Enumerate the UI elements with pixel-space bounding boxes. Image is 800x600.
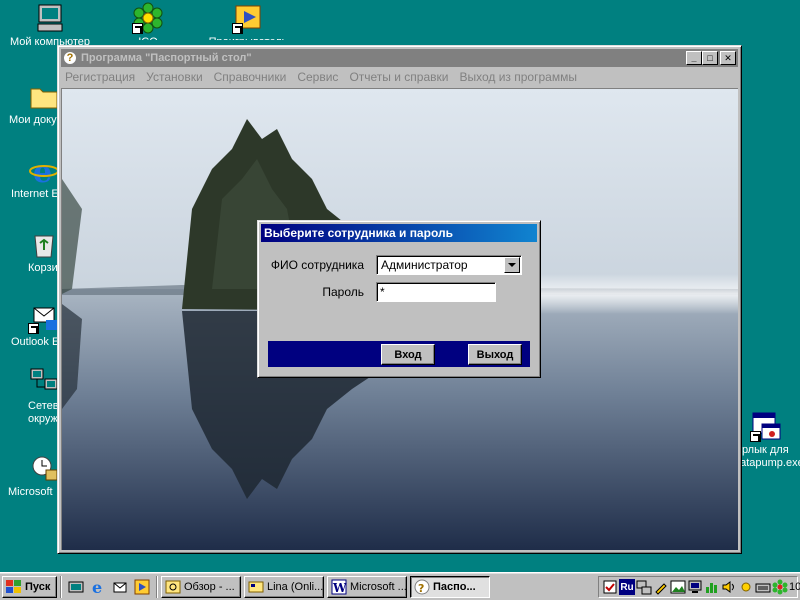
password-field[interactable]: * (376, 282, 496, 302)
window-controls: _ □ ✕ (686, 51, 736, 65)
volume-icon[interactable] (721, 579, 737, 595)
svg-text:e: e (92, 579, 102, 595)
desktop-icon-player[interactable]: Проигрыватель (203, 2, 293, 40)
desktop-icon-label: Проигрыватель (203, 36, 293, 40)
task-lina[interactable]: Lina (Onli... (244, 575, 324, 598)
menu-references[interactable]: Справочники (214, 70, 287, 84)
computer-icon (34, 2, 66, 34)
close-button[interactable]: ✕ (720, 51, 736, 65)
svg-text:?: ? (418, 582, 424, 595)
employee-row: ФИО сотрудника Администратор (268, 255, 522, 275)
dropdown-arrow-icon[interactable] (504, 257, 520, 273)
explorer-search-icon (165, 580, 181, 593)
login-dialog[interactable]: Выберите сотрудника и пароль ФИО сотрудн… (257, 220, 541, 378)
menu-service[interactable]: Сервис (297, 70, 338, 84)
login-button[interactable]: Вход (381, 344, 435, 365)
window-titlebar[interactable]: ? Программа "Паспортный стол" _ □ ✕ (61, 49, 738, 67)
task-microsoft-word[interactable]: W Microsoft ... (327, 575, 407, 598)
microsoft-outlook-icon (28, 452, 60, 484)
start-button[interactable]: Пуск (2, 575, 57, 598)
menu-settings[interactable]: Установки (146, 70, 202, 84)
shortcut-arrow-icon (750, 431, 761, 442)
desktop-icon-label: ICQ (103, 36, 193, 40)
menu-bar: Регистрация Установки Справочники Сервис… (61, 68, 738, 86)
show-desktop-icon[interactable] (67, 578, 85, 596)
application-window-icon (750, 410, 782, 442)
outlook-express-icon[interactable] (111, 578, 129, 596)
desktop-icon-icq[interactable]: ICQ (103, 2, 193, 40)
svg-text:e: e (33, 155, 52, 186)
icq-flower-icon[interactable] (772, 579, 788, 595)
employee-select-value: Администратор (381, 258, 468, 272)
taskbar: Пуск e Обзор - ... Lina (Onli... W Micro… (0, 572, 800, 600)
menu-reports[interactable]: Отчеты и справки (349, 70, 448, 84)
internet-explorer-icon[interactable]: e (89, 578, 107, 596)
employee-label: ФИО сотрудника (270, 258, 364, 272)
language-indicator[interactable]: Ru (619, 579, 635, 595)
keyboard-icon[interactable] (755, 579, 771, 595)
desktop-icon-label: Сетев окруже (28, 400, 65, 425)
dialog-button-panel: Вход Выход (268, 341, 530, 367)
media-player-icon (232, 2, 264, 34)
task-label: Обзор - ... (184, 580, 235, 593)
image-icon[interactable] (670, 579, 686, 595)
task-label: Паспо... (433, 580, 476, 593)
monitor-icon[interactable] (687, 579, 703, 595)
window-title: Программа "Паспортный стол" (81, 52, 252, 64)
task-explorer[interactable]: Обзор - ... (161, 575, 241, 598)
svg-text:W: W (332, 581, 347, 595)
chart-icon[interactable] (704, 579, 720, 595)
app-question-icon: ? (63, 51, 77, 65)
dialog-titlebar[interactable]: Выберите сотрудника и пароль (261, 224, 537, 242)
start-label: Пуск (25, 580, 51, 593)
taskbar-separator (156, 575, 158, 598)
taskbar-separator (60, 575, 62, 598)
minimize-button[interactable]: _ (686, 51, 702, 65)
task-label: Microsoft ... (350, 580, 407, 593)
menu-registration[interactable]: Регистрация (65, 70, 135, 84)
shortcut-arrow-icon (28, 323, 39, 334)
task-passport-desk[interactable]: ? Паспо... (410, 575, 490, 598)
employee-select[interactable]: Администратор (376, 255, 522, 275)
windows-logo-icon (6, 579, 22, 594)
menu-exit-program[interactable]: Выход из программы (459, 70, 576, 84)
desktop-icon-my-computer[interactable]: Мой компьютер (5, 2, 95, 49)
network-icon[interactable] (636, 579, 652, 595)
dialog-title: Выберите сотрудника и пароль (264, 226, 453, 240)
icq-flower-icon (132, 2, 164, 34)
task-label: Lina (Onli... (267, 580, 324, 593)
exit-button[interactable]: Выход (468, 344, 522, 365)
word-icon: W (331, 579, 347, 595)
network-neighborhood-icon (28, 366, 60, 398)
shortcut-arrow-icon (132, 23, 143, 34)
shortcut-arrow-icon (232, 23, 243, 34)
internet-explorer-icon: e (28, 154, 60, 190)
sun-icon[interactable] (738, 579, 754, 595)
folder-icon (28, 80, 60, 112)
password-row: Пароль * (268, 282, 496, 302)
system-tray: Ru 10:04 (598, 576, 800, 598)
edit-pencil-icon[interactable] (653, 579, 669, 595)
password-label: Пароль (322, 285, 364, 299)
outlook-express-icon (28, 302, 60, 334)
maximize-button[interactable]: □ (702, 51, 718, 65)
checkbox-icon[interactable] (602, 579, 618, 595)
clock[interactable]: 10:04 (789, 581, 800, 593)
media-player-icon[interactable] (133, 578, 151, 596)
recycle-bin-icon (28, 228, 60, 260)
chat-icon (248, 581, 264, 592)
app-question-icon: ? (414, 579, 430, 595)
